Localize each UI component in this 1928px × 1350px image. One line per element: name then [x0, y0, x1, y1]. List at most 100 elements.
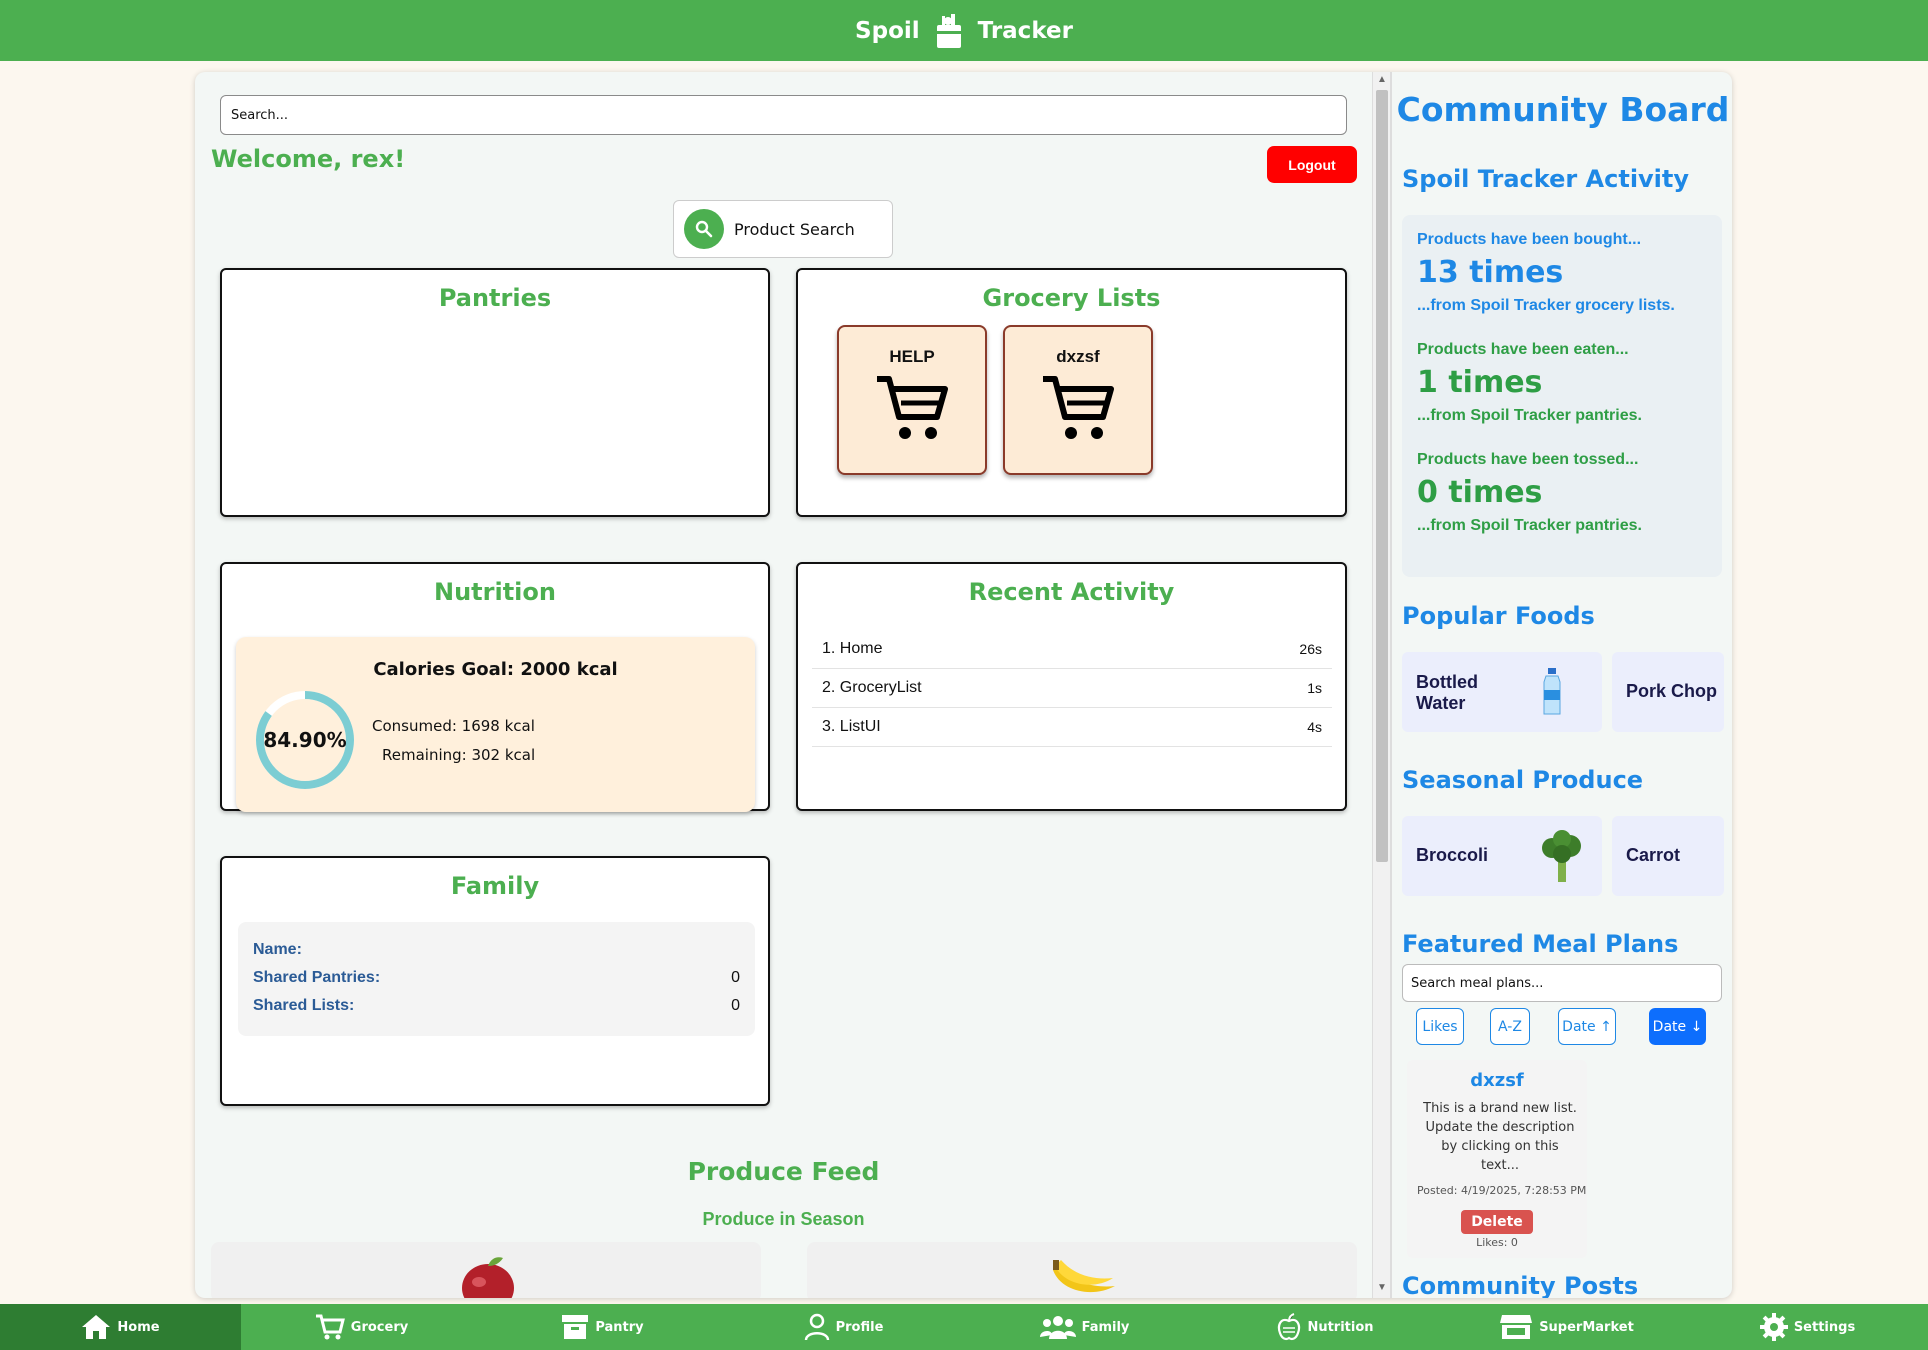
nav-label: SuperMarket [1539, 1319, 1634, 1335]
family-name-label: Name: [253, 941, 302, 958]
scroll-down-icon[interactable]: ▼ [1377, 1282, 1387, 1293]
featured-meal-plans-title: Featured Meal Plans [1402, 930, 1679, 958]
food-card[interactable]: Bottled Water [1402, 652, 1602, 732]
sort-date-desc-button[interactable]: Date ↓ [1649, 1008, 1706, 1045]
banana-image [1053, 1260, 1115, 1293]
app-title-right: Tracker [977, 17, 1073, 44]
bought-count: 13 times [1417, 255, 1564, 290]
food-name: Carrot [1626, 845, 1681, 865]
tossed-source: ...from Spoil Tracker pantries. [1417, 517, 1642, 534]
sort-likes-button[interactable]: Likes [1416, 1008, 1464, 1045]
family-card: Family Name: Shared Pantries: 0 Shared Li… [220, 856, 770, 1106]
food-card[interactable]: Pork Chop [1612, 652, 1724, 732]
bought-label: Products have been bought... [1417, 231, 1642, 248]
users-icon [1039, 1316, 1076, 1339]
meal-plan-description[interactable]: This is a brand new list. Update the des… [1421, 1099, 1579, 1175]
tossed-label: Products have been tossed... [1417, 451, 1639, 468]
activity-label: 2. GroceryList [822, 679, 922, 696]
food-name: Bottled Water [1416, 672, 1478, 713]
popular-foods-title: Popular Foods [1402, 602, 1595, 630]
recent-activity-list: 1. Home 26s 2. GroceryList 1s 3. ListUI 4s [812, 630, 1332, 747]
meal-plan-card[interactable]: dxzsf This is a brand new list. Update t… [1407, 1060, 1587, 1258]
shared-lists-label: Shared Lists: [253, 997, 355, 1014]
grocery-lists-title: Grocery Lists [982, 284, 1161, 312]
nav-supermarket[interactable]: SuperMarket [1446, 1304, 1687, 1350]
activity-title: Spoil Tracker Activity [1402, 165, 1690, 193]
food-card[interactable]: Broccoli [1402, 816, 1602, 896]
nav-label: Nutrition [1307, 1319, 1374, 1335]
seasonal-produce-title: Seasonal Produce [1402, 766, 1644, 794]
main-panel: Search... Welcome, rex! Logout Product S… [195, 72, 1732, 1298]
user-icon [804, 1313, 829, 1341]
produce-card[interactable] [211, 1242, 761, 1298]
product-search-button[interactable]: Product Search [673, 200, 893, 258]
meal-plan-likes: Likes: 0 [1476, 1236, 1518, 1249]
shared-lists-value: 0 [731, 997, 740, 1014]
scrollbar-thumb[interactable] [1376, 90, 1388, 862]
store-icon [1500, 1315, 1533, 1339]
delete-button[interactable]: Delete [1461, 1210, 1533, 1234]
nav-grocery[interactable]: Grocery [241, 1304, 482, 1350]
grocery-list-tile[interactable]: dxzsf [1003, 325, 1153, 475]
logout-button[interactable]: Logout [1267, 146, 1357, 183]
shared-pantries-value: 0 [731, 969, 740, 986]
nav-label: Pantry [595, 1319, 644, 1335]
meal-plan-posted: Posted: 4/19/2025, 7:28:53 PM [1417, 1184, 1587, 1197]
list-item[interactable]: 1. Home 26s [812, 630, 1332, 669]
activity-label: 1. Home [822, 640, 883, 657]
calories-goal: Calories Goal: 2000 kcal [373, 659, 618, 680]
bottom-nav: Home Grocery Pantry Profile Family Nutri… [0, 1304, 1928, 1350]
pantries-title: Pantries [438, 284, 552, 312]
eaten-count: 1 times [1417, 365, 1543, 400]
box-icon [562, 1315, 589, 1339]
app-header: Spoil Tracker [0, 0, 1928, 61]
nav-home[interactable]: Home [0, 1304, 241, 1350]
eaten-source: ...from Spoil Tracker pantries. [1417, 407, 1642, 424]
nav-label: Home [117, 1319, 160, 1335]
scroll-up-icon[interactable]: ▲ [1377, 74, 1387, 85]
water-bottle-image [1543, 668, 1561, 715]
app-title-left: Spoil [855, 17, 920, 44]
nav-profile[interactable]: Profile [723, 1304, 964, 1350]
food-name: Pork Chop [1626, 681, 1718, 701]
tossed-count: 0 times [1417, 475, 1543, 510]
grocery-list-tile[interactable]: HELP [837, 325, 987, 475]
nav-nutrition[interactable]: Nutrition [1205, 1304, 1446, 1350]
search-input[interactable]: Search... [220, 95, 1347, 135]
nav-pantry[interactable]: Pantry [482, 1304, 723, 1350]
community-board: Community Board Spoil Tracker Activity P… [1390, 72, 1732, 1298]
list-item[interactable]: 2. GroceryList 1s [812, 669, 1332, 708]
food-card[interactable]: Carrot [1612, 816, 1724, 896]
family-title: Family [450, 872, 540, 900]
grocery-lists-card: Grocery Lists HELP dxzsf [796, 268, 1347, 517]
home-icon [82, 1315, 111, 1339]
broccoli-image [1542, 830, 1581, 882]
activity-time: 4s [1307, 719, 1322, 735]
bought-source: ...from Spoil Tracker grocery lists. [1417, 297, 1675, 314]
pantries-card: Pantries [220, 268, 770, 517]
apple-icon [1278, 1313, 1301, 1341]
sort-az-button[interactable]: A-Z [1490, 1008, 1530, 1045]
meal-plan-title[interactable]: dxzsf [1407, 1070, 1587, 1091]
food-name: Broccoli [1416, 845, 1489, 865]
produce-in-season-subtitle: Produce in Season [702, 1209, 865, 1229]
list-item[interactable]: 3. ListUI 4s [812, 708, 1332, 747]
cart-icon [315, 1314, 345, 1340]
nav-settings[interactable]: Settings [1687, 1304, 1928, 1350]
activity-time: 1s [1307, 680, 1322, 696]
dashboard-area: Search... Welcome, rex! Logout Product S… [195, 72, 1372, 1298]
recent-activity-card: Recent Activity 1. Home 26s 2. GroceryLis… [796, 562, 1347, 811]
produce-feed-title: Produce Feed [687, 1157, 880, 1186]
recent-activity-title: Recent Activity [968, 578, 1175, 606]
sort-date-asc-button[interactable]: Date ↑ [1558, 1008, 1616, 1045]
shared-pantries-label: Shared Pantries: [253, 969, 381, 986]
activity-label: 3. ListUI [822, 718, 881, 735]
activity-time: 26s [1299, 641, 1322, 657]
community-posts-title: Community Posts [1402, 1272, 1639, 1298]
meal-plan-search-input[interactable]: Search meal plans... [1402, 964, 1722, 1002]
family-info: Name: Shared Pantries: 0 Shared Lists: 0 [238, 922, 755, 1036]
calories-panel: Calories Goal: 2000 kcal 84.90% Consumed… [236, 637, 755, 812]
scrollbar[interactable]: ▲ ▼ [1372, 72, 1390, 1298]
nav-family[interactable]: Family [964, 1304, 1205, 1350]
produce-card[interactable] [807, 1242, 1357, 1298]
